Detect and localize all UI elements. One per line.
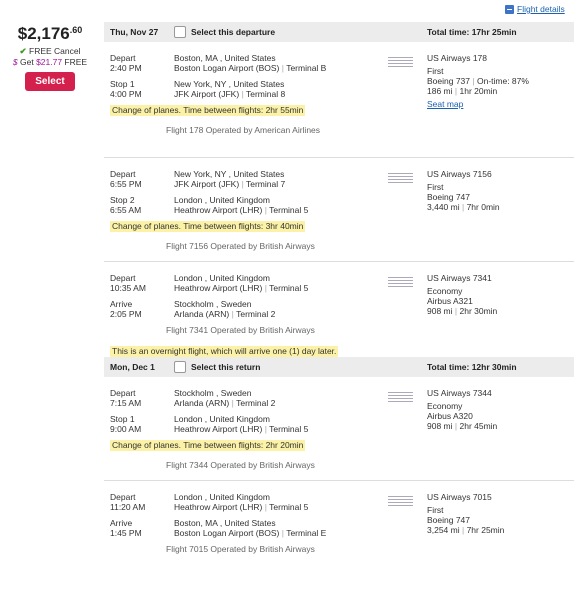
operated-by: Flight 7015 Operated by British Airways <box>166 544 315 554</box>
segment-destination: London , United Kingdom Heathrow Airport … <box>174 414 309 434</box>
segment-destination: London , United Kingdom Heathrow Airport … <box>174 195 309 215</box>
flight-list-icon <box>388 496 413 508</box>
flight-info: US Airways 7344 Economy Airbus A320 908 … <box>427 388 498 431</box>
segment-destination: Boston, MA , United States Boston Logan A… <box>174 518 327 538</box>
segment-destination: Stockholm , Sweden Arlanda (ARN) | Termin… <box>174 299 276 319</box>
select-departure-label[interactable]: Select this departure <box>191 27 275 37</box>
segment-stop-times: Stop 1 9:00 AM <box>110 414 142 434</box>
flight-list-icon <box>388 57 413 69</box>
flight-info: US Airways 7015 First Boeing 747 3,254 m… <box>427 492 505 535</box>
connection-warning: Change of planes. Time between flights: … <box>110 105 306 116</box>
return-total-time: Total time: 12hr 30min <box>427 362 517 372</box>
return-itinerary: Mon, Dec 1 Select this return Total time… <box>104 357 574 581</box>
flight-segment: Depart 2:40 PM Boston, MA , United States… <box>104 42 574 158</box>
segment-origin: Stockholm , Sweden Arlanda (ARN) | Termin… <box>174 388 276 408</box>
flight-info: US Airways 7341 Economy Airbus A321 908 … <box>427 273 498 316</box>
segment-origin: London , United Kingdom Heathrow Airport … <box>174 492 309 512</box>
select-departure-checkbox[interactable] <box>174 26 186 38</box>
expand-icon <box>505 4 514 14</box>
segment-arrive-times: Arrive 1:45 PM <box>110 518 142 538</box>
overnight-warning: This is an overnight flight, which will … <box>110 346 339 357</box>
select-return-label[interactable]: Select this return <box>191 362 260 372</box>
select-return-checkbox[interactable] <box>174 361 186 373</box>
free-cancel-note: ✔ FREE Cancel <box>19 46 81 56</box>
connection-warning: Change of planes. Time between flights: … <box>110 221 306 232</box>
price: $2,176.60 <box>17 24 83 43</box>
segment-times: Depart 7:15 AM <box>110 388 142 408</box>
return-header: Mon, Dec 1 Select this return Total time… <box>104 357 574 377</box>
segment-times: Depart 11:20 AM <box>110 492 146 512</box>
select-button[interactable]: Select <box>25 72 75 91</box>
segment-times: Depart 2:40 PM <box>110 53 142 73</box>
flight-segment: Depart 7:15 AM Stockholm , Sweden Arlanda … <box>104 377 574 481</box>
operated-by: Flight 7156 Operated by British Airways <box>166 241 315 251</box>
connection-warning: Change of planes. Time between flights: … <box>110 440 306 451</box>
rewards-note: $ Get $21.77 FREE <box>12 57 88 67</box>
seat-map-link[interactable]: Seat map <box>427 99 529 109</box>
flight-segment: Depart 10:35 AM London , United Kingdom He… <box>104 262 574 366</box>
departure-total-time: Total time: 17hr 25min <box>427 27 517 37</box>
segment-times: Depart 10:35 AM <box>110 273 146 293</box>
segment-destination: New York, NY , United States JFK Airport … <box>174 79 286 99</box>
operated-by: Flight 178 Operated by American Airlines <box>166 125 321 135</box>
flight-info: US Airways 7156 First Boeing 747 3,440 m… <box>427 169 500 212</box>
flight-info: US Airways 178 First Boeing 737 | On-tim… <box>427 53 529 109</box>
segment-times: Depart 6:55 PM <box>110 169 142 189</box>
operated-by: Flight 7341 Operated by British Airways <box>166 325 315 335</box>
segment-origin: Boston, MA , United States Boston Logan A… <box>174 53 327 73</box>
flight-details-link[interactable]: Flight details <box>505 4 565 14</box>
segment-origin: New York, NY , United States JFK Airport … <box>174 169 286 189</box>
segment-stop-times: Stop 2 6:55 AM <box>110 195 142 215</box>
operated-by: Flight 7344 Operated by British Airways <box>166 460 315 470</box>
return-date: Mon, Dec 1 <box>110 362 155 372</box>
flight-list-icon <box>388 277 413 289</box>
tag-icon: $ <box>12 57 18 67</box>
segment-arrive-times: Arrive 2:05 PM <box>110 299 142 319</box>
flight-list-icon <box>388 173 413 185</box>
segment-origin: London , United Kingdom Heathrow Airport … <box>174 273 309 293</box>
departure-header: Thu, Nov 27 Select this departure Total … <box>104 22 574 42</box>
segment-stop-times: Stop 1 4:00 PM <box>110 79 142 99</box>
flight-segment: Depart 6:55 PM New York, NY , United Stat… <box>104 158 574 262</box>
flight-segment: Depart 11:20 AM London , United Kingdom He… <box>104 481 574 581</box>
check-icon: ✔ <box>19 46 27 56</box>
flight-list-icon <box>388 392 413 404</box>
departure-itinerary: Thu, Nov 27 Select this departure Total … <box>104 22 574 366</box>
departure-date: Thu, Nov 27 <box>110 27 159 37</box>
price-panel: $2,176.60 ✔ FREE Cancel $ Get $21.77 FRE… <box>0 24 100 91</box>
